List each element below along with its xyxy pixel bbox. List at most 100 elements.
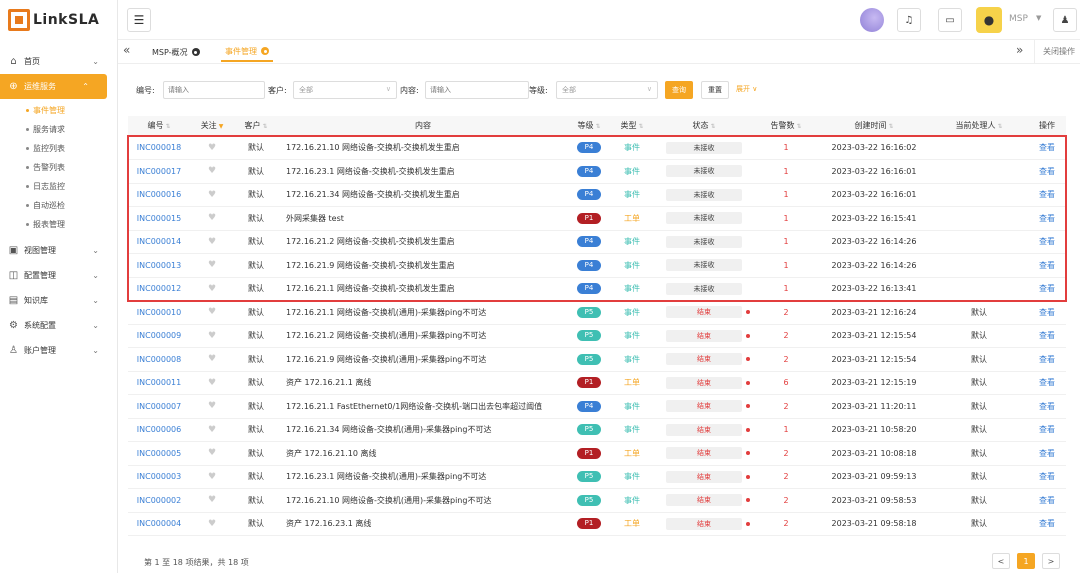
sidebar-subitem-service-request[interactable]: 服务请求 [0, 120, 117, 139]
follow-toggle[interactable]: ♥ [190, 465, 234, 489]
table-row[interactable]: INC000016 ♥ 默认 172.16.21.34 网络设备-交换机-交换机发生重… [128, 183, 1066, 207]
view-link[interactable]: 查看 [1028, 488, 1066, 513]
theme-toggle-button[interactable] [860, 8, 884, 32]
incident-id-link[interactable]: INC000006 [128, 418, 190, 442]
view-link[interactable]: 查看 [1028, 136, 1066, 160]
column-header-customer[interactable]: 客户 ⇅ [234, 116, 278, 137]
view-link[interactable]: 查看 [1028, 441, 1066, 466]
user-name[interactable]: MSP [1009, 14, 1028, 24]
incident-id-link[interactable]: INC000016 [128, 183, 190, 207]
prev-page-button[interactable]: < [992, 553, 1010, 569]
view-link[interactable]: 查看 [1028, 418, 1066, 442]
incident-id-link[interactable]: INC000013 [128, 253, 190, 278]
logo[interactable]: LinkSLA [0, 0, 117, 40]
follow-toggle[interactable]: ♥ [190, 418, 234, 442]
follow-toggle[interactable]: ♥ [190, 324, 234, 348]
sidebar-item-view-mgmt[interactable]: ▣ 视图管理 ⌄ [0, 238, 117, 263]
caret-down-icon[interactable]: ▼ [1036, 14, 1041, 22]
table-row[interactable]: INC000015 ♥ 默认 外网采集器 test P1 工单 未接收 1 2023-03-22… [128, 206, 1066, 231]
incident-id-link[interactable]: INC000003 [128, 465, 190, 489]
sort-icon[interactable]: ⇅ [796, 123, 801, 130]
column-header-level[interactable]: 等级 ⇅ [568, 116, 610, 137]
incident-id-link[interactable]: INC000002 [128, 488, 190, 513]
sort-icon[interactable]: ⇅ [262, 123, 267, 130]
search-button[interactable]: 查询 [665, 81, 693, 99]
table-row[interactable]: INC000012 ♥ 默认 172.16.21.1 网络设备-交换机-交换机发生重启… [128, 277, 1066, 301]
heart-icon[interactable]: ♥ [208, 425, 216, 435]
view-link[interactable]: 查看 [1028, 230, 1066, 254]
close-operations-button[interactable]: 关闭操作 [1034, 40, 1080, 63]
view-link[interactable]: 查看 [1028, 394, 1066, 419]
close-icon[interactable] [191, 48, 200, 56]
table-row[interactable]: INC000006 ♥ 默认 172.16.21.34 网络设备-交换机(通用)-采集… [128, 418, 1066, 442]
heart-icon[interactable]: ♥ [208, 472, 216, 482]
heart-icon[interactable]: ♥ [208, 190, 216, 200]
column-header-follow[interactable]: 关注 ▼ [190, 116, 234, 137]
table-row[interactable]: INC000002 ♥ 默认 172.16.21.10 网络设备-交换机(通用)-采集… [128, 488, 1066, 513]
sidebar-subitem-reports[interactable]: 报表管理 [0, 215, 117, 234]
incident-id-link[interactable]: INC000011 [128, 371, 190, 395]
heart-icon[interactable]: ♥ [208, 331, 216, 341]
view-link[interactable]: 查看 [1028, 324, 1066, 348]
table-row[interactable]: INC000017 ♥ 默认 172.16.23.1 网络设备-交换机-交换机发生重启… [128, 159, 1066, 184]
id-filter-input[interactable] [163, 81, 265, 99]
next-page-button[interactable]: > [1042, 553, 1060, 569]
incident-id-link[interactable]: INC000007 [128, 394, 190, 419]
incident-id-link[interactable]: INC000012 [128, 277, 190, 301]
sort-icon[interactable]: ⇅ [710, 123, 715, 130]
heart-icon[interactable]: ♥ [208, 213, 216, 223]
view-link[interactable]: 查看 [1028, 277, 1066, 301]
follow-toggle[interactable]: ♥ [190, 371, 234, 395]
heart-icon[interactable]: ♥ [208, 495, 216, 505]
view-link[interactable]: 查看 [1028, 183, 1066, 207]
briefcase-button[interactable]: ▭ [938, 8, 962, 32]
follow-toggle[interactable]: ♥ [190, 347, 234, 372]
view-link[interactable]: 查看 [1028, 347, 1066, 372]
sidebar-item-account[interactable]: ♙ 账户管理 ⌄ [0, 338, 117, 363]
sidebar-item-ops-service[interactable]: ⊕ 运维服务 ⌃ [0, 74, 107, 99]
reset-button[interactable]: 重置 [701, 81, 729, 99]
heart-icon[interactable]: ♥ [208, 307, 216, 317]
follow-toggle[interactable]: ♥ [190, 159, 234, 184]
tab-incident-mgmt[interactable]: 事件管理 [221, 42, 273, 62]
sidebar-item-system-config[interactable]: ⚙ 系统配置 ⌄ [0, 313, 117, 338]
column-header-type[interactable]: 类型 ⇅ [610, 116, 654, 137]
follow-toggle[interactable]: ♥ [190, 183, 234, 207]
follow-toggle[interactable]: ♥ [190, 253, 234, 278]
table-row[interactable]: INC000011 ♥ 默认 资产 172.16.21.1 离线 P1 工单 结束 6 2023… [128, 371, 1066, 395]
follow-toggle[interactable]: ♥ [190, 488, 234, 513]
scroll-left-icon[interactable]: « [123, 43, 130, 57]
table-row[interactable]: INC000004 ♥ 默认 资产 172.16.23.1 离线 P1 工单 结束 2 2023… [128, 512, 1066, 536]
table-row[interactable]: INC000009 ♥ 默认 172.16.21.2 网络设备-交换机(通用)-采集器… [128, 324, 1066, 348]
sidebar-item-config-mgmt[interactable]: ◫ 配置管理 ⌄ [0, 263, 117, 288]
incident-id-link[interactable]: INC000018 [128, 136, 190, 160]
view-link[interactable]: 查看 [1028, 465, 1066, 489]
sort-active-icon[interactable]: ▼ [219, 123, 224, 130]
heart-icon[interactable]: ♥ [208, 166, 216, 176]
follow-toggle[interactable]: ♥ [190, 394, 234, 419]
sidebar-subitem-auto-inspect[interactable]: 自动巡检 [0, 196, 117, 215]
follow-toggle[interactable]: ♥ [190, 277, 234, 301]
table-row[interactable]: INC000014 ♥ 默认 172.16.21.2 网络设备-交换机-交换机发生重启… [128, 230, 1066, 254]
customer-select[interactable]: 全部 ∨ [293, 81, 397, 99]
heart-icon[interactable]: ♥ [208, 284, 216, 294]
content-filter-input[interactable] [425, 81, 529, 99]
heart-icon[interactable]: ♥ [208, 260, 216, 270]
sort-icon[interactable]: ⇅ [165, 123, 170, 130]
follow-toggle[interactable]: ♥ [190, 441, 234, 466]
sidebar-subitem-alert-list[interactable]: 告警列表 [0, 158, 117, 177]
view-link[interactable]: 查看 [1028, 371, 1066, 395]
incident-id-link[interactable]: INC000008 [128, 347, 190, 372]
heart-icon[interactable]: ♥ [208, 519, 216, 529]
incident-id-link[interactable]: INC000009 [128, 324, 190, 348]
sort-icon[interactable]: ⇅ [638, 123, 643, 130]
scroll-right-icon[interactable]: » [1016, 43, 1023, 57]
column-header-handler[interactable]: 当前处理人 ⇅ [930, 116, 1028, 137]
follow-toggle[interactable]: ♥ [190, 206, 234, 231]
level-select[interactable]: 全部 ∨ [556, 81, 658, 99]
incident-id-link[interactable]: INC000010 [128, 300, 190, 325]
follow-toggle[interactable]: ♥ [190, 136, 234, 160]
expand-filters-link[interactable]: 展开 ∨ [736, 84, 757, 94]
table-row[interactable]: INC000013 ♥ 默认 172.16.21.9 网络设备-交换机-交换机发生重启… [128, 253, 1066, 278]
column-header-status[interactable]: 状态 ⇅ [654, 116, 754, 137]
